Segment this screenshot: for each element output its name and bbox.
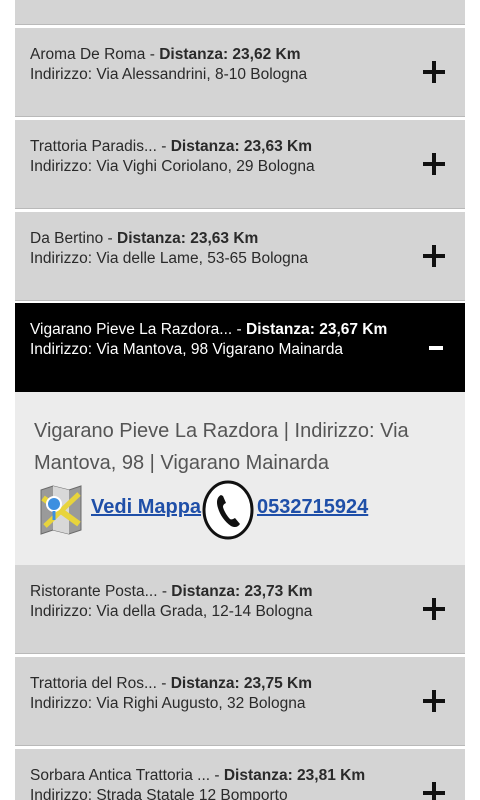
map-link[interactable]: Vedi Mappa: [91, 496, 201, 519]
plus-icon[interactable]: [423, 598, 445, 620]
restaurant-name: Trattoria Paradis...: [30, 138, 157, 155]
restaurant-name: Ristorante Posta...: [30, 583, 158, 600]
restaurant-name: Aroma De Roma: [30, 46, 146, 63]
list-item-text: Aroma De Roma - Distanza: 23,62 Km Indir…: [30, 45, 395, 84]
plus-icon[interactable]: [423, 782, 445, 800]
list-item[interactable]: Ristorante Posta... - Distanza: 23,73 Km…: [15, 565, 465, 654]
separator: -: [210, 767, 224, 784]
list-item-text: Trattoria del Ros... - Distanza: 23,75 K…: [30, 674, 395, 713]
plus-icon[interactable]: [423, 153, 445, 175]
list-item-text: Vigarano Pieve La Razdora... - Distanza:…: [30, 320, 395, 359]
restaurant-address: Indirizzo: Via della Grada, 12-14 Bologn…: [30, 602, 313, 620]
restaurant-address: Indirizzo: Via delle Lame, 53-65 Bologna: [30, 249, 309, 267]
separator: -: [232, 321, 246, 338]
restaurant-distance: Distanza: 23,63 Km: [170, 138, 312, 155]
detail-actions: Vedi Mappa 0532715924: [37, 480, 457, 540]
restaurant-name: Trattoria del Ros...: [30, 675, 157, 692]
restaurant-list[interactable]: Aroma De Roma - Distanza: 23,62 Km Indir…: [0, 0, 480, 800]
restaurant-address: Indirizzo: Via Righi Augusto, 32 Bologna: [30, 694, 306, 712]
detail-panel: Vigarano Pieve La Razdora | Indirizzo: V…: [15, 392, 465, 565]
restaurant-name: Vigarano Pieve La Razdora...: [30, 321, 233, 338]
list-item-text: Ristorante Posta... - Distanza: 23,73 Km…: [30, 582, 395, 621]
plus-icon[interactable]: [423, 245, 445, 267]
restaurant-address: Indirizzo: Via Mantova, 98 Vigarano Main…: [30, 340, 344, 358]
map-icon[interactable]: [37, 484, 85, 536]
list-item-text: Da Bertino - Distanza: 23,63 Km Indirizz…: [30, 229, 395, 268]
restaurant-distance: Distanza: 23,67 Km: [246, 321, 388, 338]
list-item-expanded[interactable]: Vigarano Pieve La Razdora... - Distanza:…: [15, 303, 465, 392]
list-item[interactable]: Trattoria Paradis... - Distanza: 23,63 K…: [15, 120, 465, 209]
phone-link[interactable]: 0532715924: [257, 496, 368, 519]
list-item-text: Trattoria Paradis... - Distanza: 23,63 K…: [30, 137, 395, 176]
list-item-text: Sorbara Antica Trattoria ... - Distanza:…: [30, 766, 395, 800]
list-item[interactable]: Da Bertino - Distanza: 23,63 Km Indirizz…: [15, 212, 465, 301]
restaurant-name: Sorbara Antica Trattoria ...: [30, 767, 211, 784]
restaurant-distance: Distanza: 23,62 Km: [159, 46, 301, 63]
list-item[interactable]: Aroma De Roma - Distanza: 23,62 Km Indir…: [15, 28, 465, 117]
restaurant-address: Indirizzo: Strada Statale 12 Bomporto: [30, 786, 288, 800]
restaurant-address: Indirizzo: Via Alessandrini, 8-10 Bologn…: [30, 65, 308, 83]
detail-text: Vigarano Pieve La Razdora | Indirizzo: V…: [34, 420, 409, 474]
phone-icon[interactable]: [201, 480, 255, 540]
separator: -: [156, 675, 171, 692]
restaurant-distance: Distanza: 23,63 Km: [117, 230, 259, 247]
separator: -: [145, 46, 160, 63]
separator: -: [157, 583, 172, 600]
minus-icon[interactable]: [429, 345, 443, 350]
list-item[interactable]: Sorbara Antica Trattoria ... - Distanza:…: [15, 749, 465, 800]
list-item-partial[interactable]: [15, 0, 465, 25]
restaurant-name: Da Bertino: [30, 230, 104, 247]
plus-icon[interactable]: [423, 61, 445, 83]
restaurant-address: Indirizzo: Via Vighi Coriolano, 29 Bolog…: [30, 157, 315, 175]
restaurant-distance: Distanza: 23,75 Km: [170, 675, 312, 692]
plus-icon[interactable]: [423, 690, 445, 712]
restaurant-distance: Distanza: 23,81 Km: [223, 767, 366, 784]
separator: -: [156, 138, 171, 155]
restaurant-distance: Distanza: 23,73 Km: [171, 583, 313, 600]
separator: -: [103, 230, 118, 247]
list-item[interactable]: Trattoria del Ros... - Distanza: 23,75 K…: [15, 657, 465, 746]
